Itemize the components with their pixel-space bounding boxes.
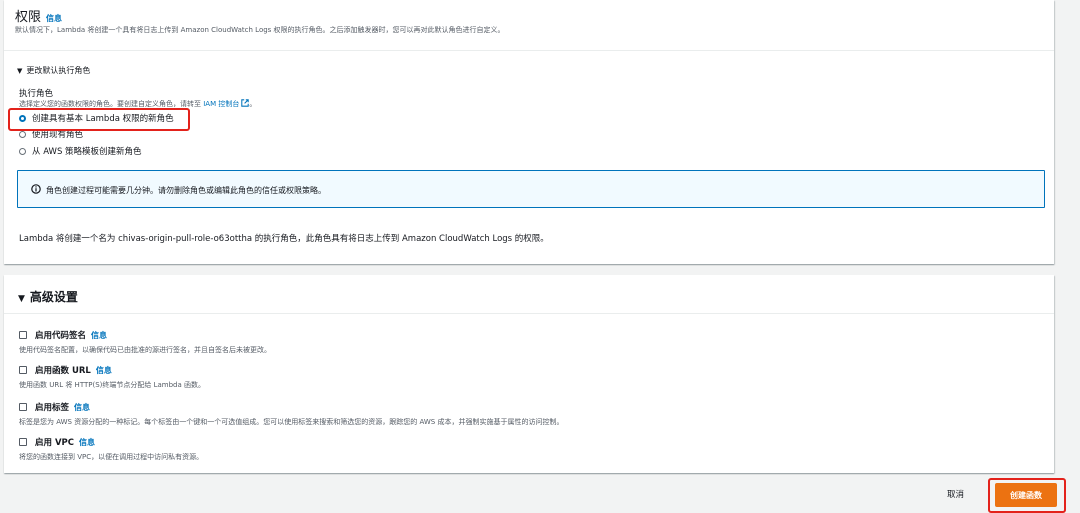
checkbox-row-tags: 启用标签 信息 [19,401,90,413]
permissions-description: 默认情况下，Lambda 将创建一个具有将日志上传到 Amazon CloudW… [15,26,505,34]
vpc-description: 将您的函数连接到 VPC，以便在调用过程中访问私有资源。 [19,453,204,461]
change-default-role-label: 更改默认执行角色 [26,66,91,75]
info-alert-text: 角色创建过程可能需要几分钟。请勿删除角色或编辑此角色的信任或权限策略。 [46,186,326,195]
info-alert: 角色创建过程可能需要几分钟。请勿删除角色或编辑此角色的信任或权限策略。 [17,170,1045,208]
function-url-checkbox[interactable] [19,366,27,374]
advanced-settings-toggle[interactable]: ▼ 高级设置 [18,288,78,305]
advanced-settings-panel: ▼ 高级设置 启用代码签名 信息 使用代码签名配置，以确保代码已由批准的源进行签名，… [4,275,1054,473]
checkbox-row-code-signing: 启用代码签名 信息 [19,329,107,341]
execution-role-label: 执行角色 [19,89,54,99]
tags-label: 启用标签 [35,403,70,413]
code-signing-checkbox[interactable] [19,331,27,339]
caret-down-icon: ▼ [17,67,23,75]
cancel-button[interactable]: 取消 [947,488,964,500]
info-circle-icon [31,184,41,194]
permissions-info-link[interactable]: 信息 [46,14,62,23]
vpc-label: 启用 VPC [35,438,75,448]
radio-unselected-icon[interactable] [19,147,26,155]
vpc-info-link[interactable]: 信息 [79,437,95,448]
tags-checkbox[interactable] [19,403,27,411]
checkbox-row-function-url: 启用函数 URL 信息 [19,364,112,376]
radio-unselected-icon[interactable] [19,130,26,138]
vpc-checkbox[interactable] [19,438,27,446]
code-signing-label: 启用代码签名 [35,331,87,341]
iam-console-link[interactable]: IAM 控制台 [203,99,250,108]
code-signing-description: 使用代码签名配置，以确保代码已由批准的源进行签名，并且自签名后未被更改。 [19,346,271,354]
permissions-panel: 权限 信息 默认情况下，Lambda 将创建一个具有将日志上传到 Amazon C… [4,0,1054,264]
advanced-settings-title: 高级设置 [29,290,78,304]
iam-console-link-label: IAM 控制台 [203,100,240,108]
function-url-description: 使用函数 URL 将 HTTP(S)终端节点分配给 Lambda 函数。 [19,381,206,389]
radio-policy-template-role-label: 从 AWS 策略模板创建新角色 [32,147,142,157]
period: 。 [249,100,257,108]
permissions-title: 权限 [15,10,42,25]
tags-description: 标签是您为 AWS 资源分配的一种标记。每个标签由一个键和一个可选值组成。您可以… [19,418,564,426]
highlight-box [8,108,190,131]
permissions-divider [4,50,1054,51]
function-url-info-link[interactable]: 信息 [96,365,112,376]
advanced-divider [4,313,1054,314]
role-creation-note: Lambda 将创建一个名为 chivas-origin-pull-role-o… [19,234,549,244]
highlight-box [988,478,1066,513]
tags-info-link[interactable]: 信息 [74,402,90,413]
execution-role-desc-text: 选择定义您的函数权限的角色。要创建自定义角色，请转至 [19,100,201,108]
permissions-title-row: 权限 信息 [15,6,62,25]
change-default-role-toggle[interactable]: ▼ 更改默认执行角色 [17,65,90,76]
radio-policy-template-role[interactable]: 从 AWS 策略模板创建新角色 [19,145,142,157]
function-url-label: 启用函数 URL [35,366,91,376]
checkbox-row-vpc: 启用 VPC 信息 [19,436,95,448]
caret-down-icon: ▼ [18,294,25,304]
code-signing-info-link[interactable]: 信息 [91,330,107,341]
